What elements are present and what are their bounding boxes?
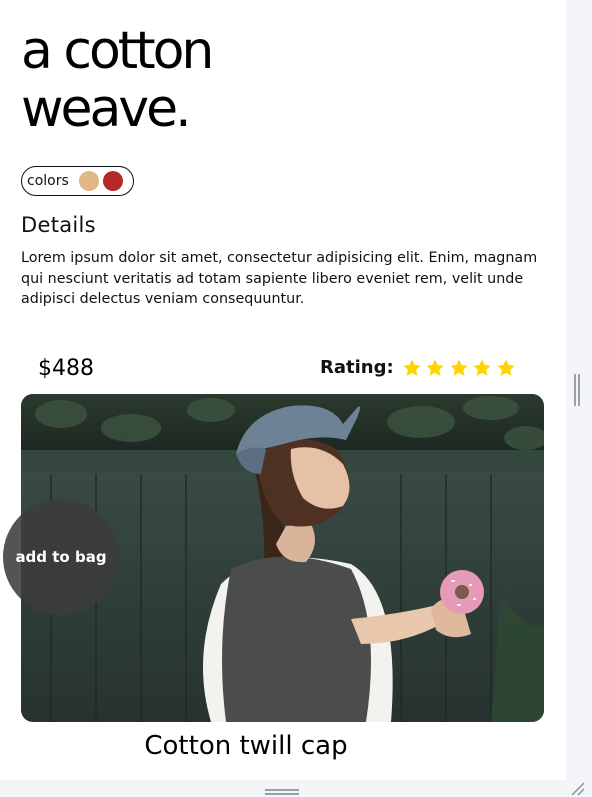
rating: Rating: — [320, 357, 519, 378]
swatch-tan[interactable] — [78, 171, 99, 191]
title-line-1: a cotton — [21, 21, 214, 81]
title-line-2: weave. — [21, 79, 192, 139]
product-name: Cotton twill cap — [144, 731, 348, 761]
details-description: Lorem ipsum dolor sit amet, consectetur … — [21, 250, 538, 307]
colors-label: colors — [27, 173, 69, 189]
details-heading: Details — [21, 213, 96, 237]
star-icon — [473, 359, 491, 376]
page-title: a cotton weave. — [21, 21, 214, 139]
corner-resize-icon[interactable] — [570, 782, 586, 796]
star-icon — [497, 359, 515, 376]
star-icon — [426, 359, 444, 376]
rating-label: Rating: — [320, 357, 394, 378]
swatch-red[interactable] — [102, 171, 123, 191]
color-selector: colors — [21, 166, 134, 196]
vertical-resize-handle[interactable] — [574, 374, 580, 406]
star-icon — [403, 359, 421, 376]
star-icon — [450, 359, 468, 376]
price: $488 — [38, 356, 94, 381]
rating-stars — [402, 358, 520, 378]
horizontal-resize-handle[interactable] — [265, 789, 299, 795]
product-page: a cotton weave. colors Details Lorem ips… — [0, 0, 566, 780]
add-to-bag-button[interactable]: add to bag — [3, 499, 119, 615]
